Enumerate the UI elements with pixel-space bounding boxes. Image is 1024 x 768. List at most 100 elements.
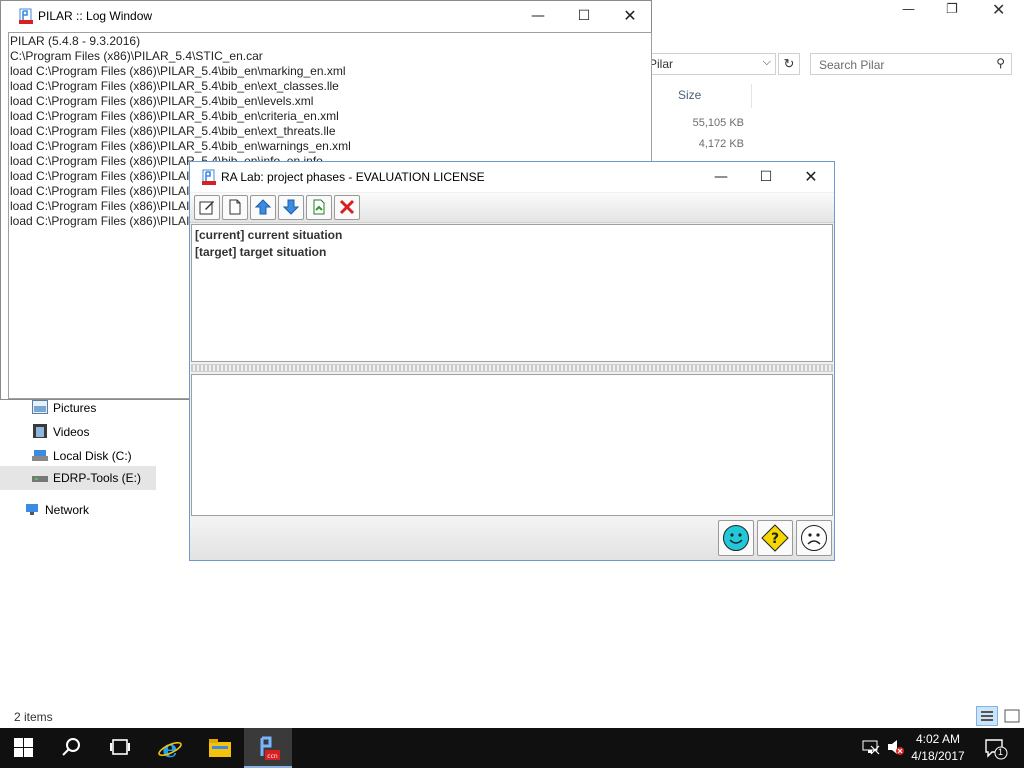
detail-pane[interactable] (191, 374, 833, 516)
ra-toolbar (190, 193, 834, 223)
address-bar[interactable]: Pilar ⌵ (640, 53, 776, 75)
cancel-button[interactable] (796, 520, 832, 556)
search-input[interactable]: Search Pilar ⚲ (810, 53, 1012, 75)
list-item[interactable]: [current] current situation (195, 227, 829, 244)
sad-face-icon (801, 525, 827, 551)
log-line: load C:\Program Files (x86)\PILAR_5.4\bi… (10, 79, 339, 93)
ie-icon: e (158, 736, 182, 760)
question-icon: ? (761, 524, 789, 552)
large-icons-view-button[interactable] (1002, 706, 1022, 726)
pane-splitter[interactable] (191, 364, 833, 372)
start-button[interactable] (0, 728, 48, 768)
search-icon (62, 738, 80, 756)
search-icon: ⚲ (996, 56, 1005, 70)
large-icons-view-icon (1004, 709, 1020, 723)
help-button[interactable]: ? (757, 520, 793, 556)
log-line: load C:\Program Files (x86)\PILAR_5.4\bi… (10, 94, 314, 108)
status-item-count: 2 items (14, 710, 53, 724)
nav-item-videos[interactable]: Videos (0, 420, 156, 444)
phase-list[interactable]: [current] current situation [target] tar… (191, 224, 833, 362)
clock-date: 4/18/2017 (911, 749, 965, 763)
log-line: load C:\Program Files (x86)\PILAR_5.4\bi… (10, 139, 351, 153)
search-placeholder: Search Pilar (819, 58, 885, 72)
volume-muted-icon[interactable] (886, 738, 904, 756)
nav-item-edrp-tools[interactable]: EDRP-Tools (E:) (0, 466, 156, 490)
network-status-icon[interactable] (862, 738, 880, 756)
nav-label: Network (45, 503, 90, 517)
log-line: load C:\Program Files (x86)\PILAR_5.4\bi… (10, 124, 336, 138)
nav-item-network[interactable]: Network (0, 498, 156, 522)
minimize-button[interactable]: — (515, 1, 561, 31)
log-line: load C:\Program Files (x86)\PILAR_5.4\bi… (10, 64, 346, 78)
svg-text:ccn: ccn (267, 753, 278, 760)
task-view-button[interactable] (96, 728, 144, 768)
details-view-button[interactable] (976, 706, 998, 726)
delete-button[interactable] (334, 195, 360, 220)
notification-icon (985, 739, 1008, 760)
chevron-down-icon[interactable]: ⌵ (763, 56, 771, 69)
move-up-button[interactable] (250, 195, 276, 220)
task-view-icon (110, 739, 130, 755)
refresh-button[interactable]: ↻ (778, 53, 800, 75)
file-size: 4,172 KB (698, 138, 744, 150)
pilar-icon: ccn (260, 736, 280, 760)
close-button[interactable]: ✕ (607, 1, 653, 31)
file-explorer-icon (209, 739, 231, 757)
taskbar: e ccn 4:02 AM 4/18/2017 1 (0, 728, 1024, 768)
close-button[interactable]: ✕ (788, 162, 834, 192)
minimize-button[interactable]: — (698, 162, 744, 192)
list-item[interactable]: [target] target situation (195, 244, 829, 261)
maximize-button[interactable]: ☐ (561, 1, 607, 31)
log-line: PILAR (5.4.8 - 9.3.2016) (10, 34, 141, 48)
nav-label: Local Disk (C:) (53, 449, 132, 463)
pilar-icon (19, 8, 33, 24)
details-view-icon (981, 711, 993, 721)
log-window-titlebar[interactable]: PILAR :: Log Window — ☐ ✕ (1, 1, 651, 31)
explorer-minimize-button[interactable]: — (902, 2, 915, 17)
move-down-button[interactable] (278, 195, 304, 220)
nav-label: Pictures (53, 401, 97, 415)
import-document-icon (313, 199, 325, 215)
explorer-close-button[interactable]: ✕ (992, 0, 1005, 19)
videos-icon (33, 424, 47, 438)
address-text: Pilar (649, 57, 674, 71)
windows-start-icon (14, 738, 33, 757)
clock-time: 4:02 AM (915, 732, 961, 746)
edit-icon (199, 201, 214, 215)
refresh-icon: ↻ (783, 56, 795, 71)
clock[interactable]: 4:02 AM 4/18/2017 (906, 731, 970, 765)
column-header-size[interactable]: Size (670, 84, 752, 108)
file-size: 55,105 KB (692, 117, 744, 129)
drive-icon (32, 450, 48, 461)
taskbar-file-explorer[interactable] (196, 728, 244, 768)
window-title: PILAR :: Log Window (38, 9, 153, 23)
svg-text:?: ? (771, 531, 779, 547)
pictures-icon (32, 400, 48, 414)
usb-drive-icon (32, 476, 48, 482)
arrow-up-icon (255, 199, 271, 215)
log-line: C:\Program Files (x86)\PILAR_5.4\STIC_en… (10, 49, 263, 63)
maximize-button[interactable]: ☐ (743, 162, 789, 192)
ra-window-titlebar[interactable]: RA Lab: project phases - EVALUATION LICE… (190, 162, 834, 192)
network-icon (26, 504, 38, 515)
new-button[interactable] (222, 195, 248, 220)
happy-face-icon (723, 525, 749, 551)
new-document-icon (229, 199, 241, 215)
arrow-down-icon (283, 199, 299, 215)
explorer-restore-button[interactable]: ❐ (946, 2, 958, 17)
nav-item-local-disk[interactable]: Local Disk (C:) (0, 444, 156, 468)
nav-label: Videos (53, 425, 90, 439)
taskbar-search-button[interactable] (48, 728, 96, 768)
log-line: load C:\Program Files (x86)\PILAR_5.4\bi… (10, 109, 339, 123)
taskbar-ie[interactable]: e (146, 728, 194, 768)
taskbar-pilar[interactable]: ccn (244, 728, 292, 768)
ra-bottom-bar: ? (190, 517, 834, 560)
delete-icon (339, 199, 355, 215)
notification-center-button[interactable]: 1 (984, 738, 1008, 760)
pilar-icon (202, 169, 216, 185)
edit-button[interactable] (194, 195, 220, 220)
notification-count: 1 (998, 747, 1004, 757)
ok-button[interactable] (718, 520, 754, 556)
import-button[interactable] (306, 195, 332, 220)
nav-label: EDRP-Tools (E:) (53, 471, 142, 485)
